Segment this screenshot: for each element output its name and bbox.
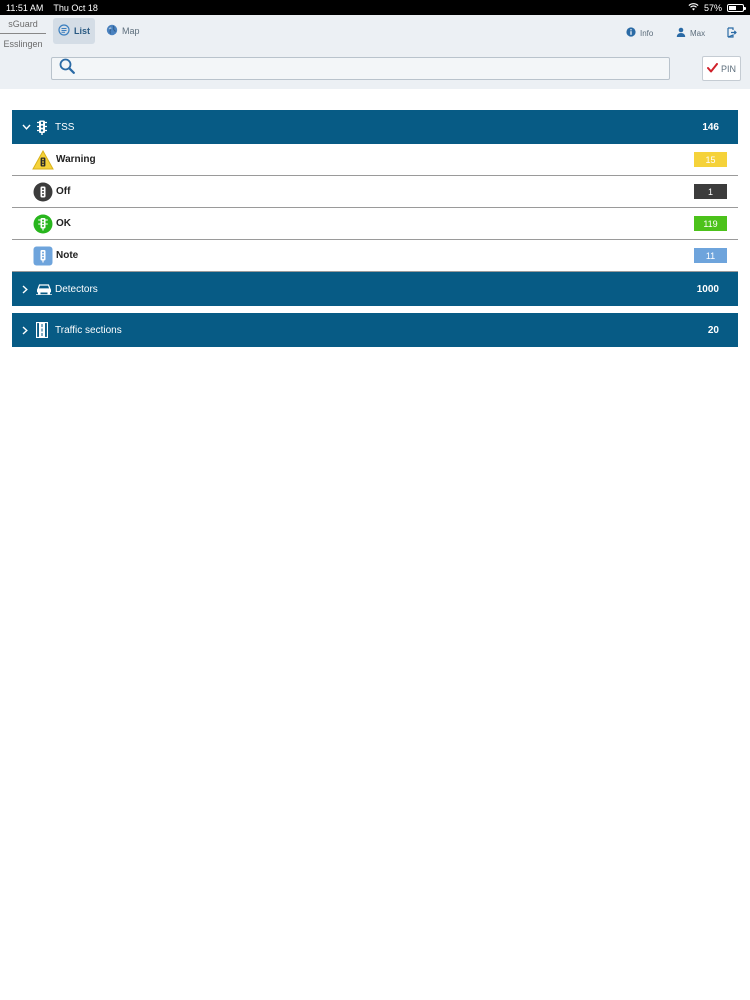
tab-list[interactable]: List [53, 18, 95, 44]
category-list: TSS 146 Warning 15 Off 1 OK 119 Note 11 [12, 110, 738, 347]
group-count-tss: 146 [702, 121, 719, 133]
road-section-icon [36, 322, 52, 338]
list-item-label: Off [56, 186, 71, 197]
chevron-right-icon [22, 284, 32, 294]
list-item-ok[interactable]: OK 119 [12, 208, 738, 240]
car-detector-icon [36, 283, 52, 295]
warning-traffic-light-icon [32, 149, 54, 170]
tab-map[interactable]: Map [101, 18, 145, 44]
user-button[interactable]: Max [676, 25, 705, 41]
chevron-right-icon [22, 325, 32, 335]
list-item-label: Note [56, 250, 79, 261]
info-button[interactable]: Info [626, 25, 653, 41]
group-header-tss[interactable]: TSS 146 [12, 110, 738, 144]
logout-icon [727, 26, 737, 40]
tab-map-label: Map [122, 26, 140, 36]
ok-traffic-light-icon [32, 214, 54, 234]
pin-button[interactable]: PIN [702, 56, 741, 81]
search-box[interactable] [51, 57, 670, 80]
group-header-traffic-sections[interactable]: Traffic sections 20 [12, 313, 738, 347]
group-spacer [12, 306, 738, 313]
status-bar: 11:51 AM Thu Oct 18 57% [0, 0, 750, 15]
check-icon [706, 62, 718, 75]
app-name: sGuard [0, 15, 46, 34]
note-traffic-light-icon [32, 246, 54, 266]
status-badge: 1 [694, 184, 727, 199]
list-icon [58, 24, 70, 38]
traffic-light-icon [36, 120, 52, 135]
search-input[interactable] [81, 58, 669, 79]
group-label-detectors: Detectors [55, 283, 98, 295]
list-item-off[interactable]: Off 1 [12, 176, 738, 208]
logout-button[interactable] [727, 25, 737, 41]
off-traffic-light-icon [32, 182, 54, 202]
pin-label: PIN [720, 63, 736, 74]
list-item-label: OK [56, 218, 71, 229]
app-header: sGuard Esslingen List Map Info Max PIN [0, 15, 750, 89]
user-label: Max [690, 28, 706, 38]
status-badge: 15 [694, 152, 727, 167]
chevron-down-icon [22, 124, 32, 130]
status-date: Thu Oct 18 [53, 2, 98, 13]
brand-block: sGuard Esslingen [0, 15, 46, 55]
status-badge: 11 [694, 248, 727, 263]
group-header-detectors[interactable]: Detectors 1000 [12, 272, 738, 306]
globe-icon [106, 24, 118, 38]
info-label: Info [640, 28, 654, 38]
info-icon [626, 27, 636, 39]
user-icon [676, 27, 686, 39]
wifi-icon [688, 2, 699, 13]
list-item-label: Warning [56, 154, 96, 165]
group-label-tss: TSS [55, 121, 75, 133]
battery-percent: 57% [703, 2, 722, 13]
status-time: 11:51 AM [6, 2, 44, 13]
group-label-traffic-sections: Traffic sections [55, 324, 122, 336]
search-icon [59, 58, 75, 79]
group-count-traffic-sections: 20 [707, 324, 719, 336]
list-item-note[interactable]: Note 11 [12, 240, 738, 272]
tab-list-label: List [74, 26, 91, 36]
status-badge: 119 [694, 216, 727, 231]
group-count-detectors: 1000 [696, 283, 719, 295]
list-item-warning[interactable]: Warning 15 [12, 144, 738, 176]
location-label: Esslingen [3, 39, 43, 49]
battery-icon [727, 3, 746, 12]
